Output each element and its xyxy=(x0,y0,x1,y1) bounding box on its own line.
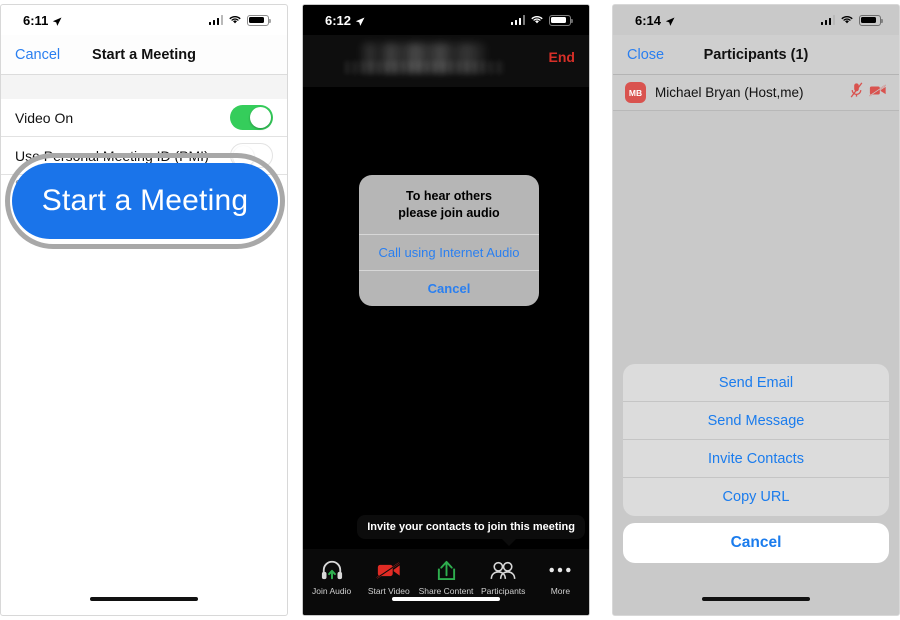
status-bar-right xyxy=(820,13,883,28)
dialog-cancel-button[interactable]: Cancel xyxy=(359,269,539,306)
toolbar-more[interactable]: More xyxy=(532,557,589,596)
action-invite-contacts[interactable]: Invite Contacts xyxy=(623,440,889,478)
dialog-message-line1: To hear others xyxy=(406,189,492,203)
status-time: 6:14 xyxy=(635,12,662,28)
navigation-bar: Cancel Start a Meeting xyxy=(1,35,287,75)
status-bar: 6:12 xyxy=(303,5,589,35)
status-bar: 6:14 xyxy=(613,5,899,35)
avatar: MB xyxy=(625,82,646,103)
start-a-meeting-button[interactable]: Start a Meeting xyxy=(14,165,276,237)
home-indicator xyxy=(90,596,198,601)
status-bar-left: 6:11 xyxy=(23,13,62,28)
phone-participants: 6:14 Close Participants (1) MB Michael B… xyxy=(612,4,900,616)
participant-row[interactable]: MB Michael Bryan (Host,me) xyxy=(613,75,899,111)
status-bar: 6:11 xyxy=(1,5,287,35)
battery-icon xyxy=(549,14,573,26)
battery-icon xyxy=(247,14,271,26)
toolbar-join-audio[interactable]: Join Audio xyxy=(303,557,360,596)
status-bar-left: 6:12 xyxy=(325,13,365,28)
call-using-internet-audio-button[interactable]: Call using Internet Audio xyxy=(359,233,539,270)
navigation-bar: Close Participants (1) xyxy=(613,35,899,75)
toolbar-start-video[interactable]: Start Video xyxy=(360,557,417,596)
home-indicator xyxy=(702,596,810,601)
dialog-message: To hear others please join audio xyxy=(359,175,539,234)
wifi-icon xyxy=(228,13,242,28)
cancel-button[interactable]: Cancel xyxy=(15,47,60,63)
signal-bars-icon xyxy=(820,15,835,25)
screen-start-meeting: 6:11 Cancel Start a Meeting Video On Use… xyxy=(1,5,287,615)
toolbar-participants[interactable]: Participants xyxy=(475,557,532,596)
meeting-subtitle-blurred xyxy=(345,61,505,74)
status-bar-right xyxy=(510,13,573,28)
share-upload-icon xyxy=(436,557,457,583)
action-send-message[interactable]: Send Message xyxy=(623,402,889,440)
toolbar-label: Join Audio xyxy=(311,586,352,596)
location-arrow-icon xyxy=(52,15,62,26)
status-time: 6:12 xyxy=(325,12,352,28)
wifi-icon xyxy=(530,13,544,28)
action-send-email[interactable]: Send Email xyxy=(623,364,889,402)
video-on-toggle[interactable] xyxy=(230,105,273,130)
battery-icon xyxy=(859,14,883,26)
video-canvas xyxy=(303,87,589,549)
toolbar-label: Start Video xyxy=(367,586,410,596)
video-off-icon xyxy=(376,557,402,583)
participant-status-icons xyxy=(850,82,887,103)
status-bar-left: 6:14 xyxy=(635,13,675,28)
action-sheet-group: Send Email Send Message Invite Contacts … xyxy=(623,364,889,516)
location-arrow-icon xyxy=(355,15,365,26)
signal-bars-icon xyxy=(208,15,223,25)
toolbar-share-content[interactable]: Share Content xyxy=(417,557,474,596)
toolbar-label: Participants xyxy=(481,586,526,596)
end-meeting-button[interactable]: End xyxy=(549,49,575,65)
screenshot-stage: 6:11 Cancel Start a Meeting Video On Use… xyxy=(0,0,900,620)
meeting-title-bar: End xyxy=(303,35,589,87)
phone-start-meeting: 6:11 Cancel Start a Meeting Video On Use… xyxy=(0,4,288,616)
status-bar-right xyxy=(208,13,271,28)
invite-tooltip: Invite your contacts to join this meetin… xyxy=(357,515,585,546)
section-gap xyxy=(1,75,287,99)
close-button[interactable]: Close xyxy=(627,47,664,63)
wifi-icon xyxy=(840,13,854,28)
signal-bars-icon xyxy=(510,15,525,25)
dialog-message-line2: please join audio xyxy=(398,205,500,220)
screen-participants: 6:14 Close Participants (1) MB Michael B… xyxy=(613,5,899,615)
screen-in-meeting: 6:12 End To hear others please join audi… xyxy=(303,5,589,615)
participant-name: Michael Bryan (Host,me) xyxy=(655,85,804,100)
toolbar-label: More xyxy=(550,586,571,596)
more-dots-icon xyxy=(548,557,572,583)
setting-row-video-on[interactable]: Video On xyxy=(1,99,287,137)
start-meeting-highlight: Start a Meeting xyxy=(5,153,285,249)
phone-in-meeting: 6:12 End To hear others please join audi… xyxy=(302,4,590,616)
mic-muted-icon[interactable] xyxy=(850,82,863,103)
status-time: 6:11 xyxy=(23,12,49,28)
headphones-icon xyxy=(320,557,344,583)
action-copy-url[interactable]: Copy URL xyxy=(623,478,889,516)
meeting-toolbar: Join Audio Start Video Share Content Par… xyxy=(303,549,589,615)
toolbar-label: Share Content xyxy=(418,586,474,596)
join-audio-dialog: To hear others please join audio Call us… xyxy=(359,175,539,306)
invite-action-sheet: Send Email Send Message Invite Contacts … xyxy=(623,364,889,563)
toggle-knob xyxy=(250,107,271,128)
participants-icon xyxy=(489,557,517,583)
setting-label: Video On xyxy=(15,109,74,126)
action-sheet-cancel-button[interactable]: Cancel xyxy=(623,523,889,563)
location-arrow-icon xyxy=(665,15,675,26)
home-indicator xyxy=(392,596,500,601)
video-off-icon[interactable] xyxy=(869,84,887,102)
